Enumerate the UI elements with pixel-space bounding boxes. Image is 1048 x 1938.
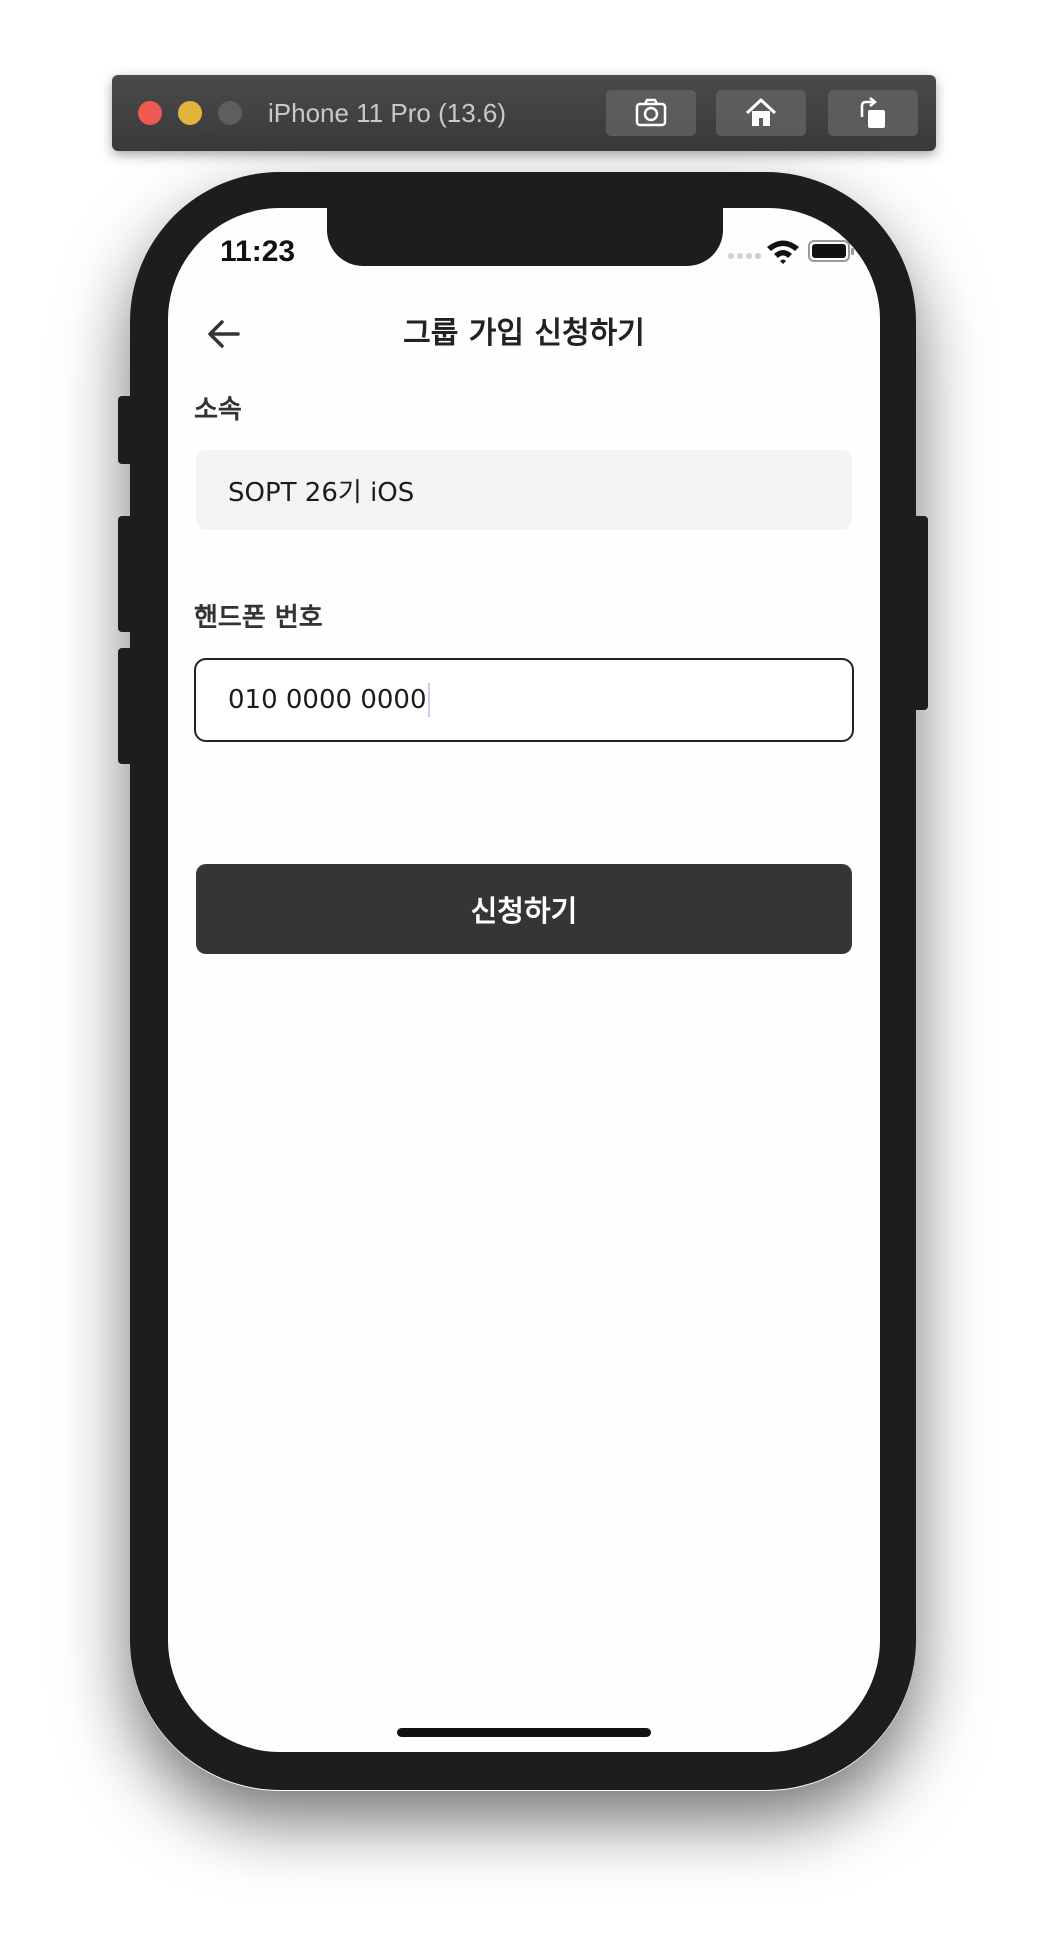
simulator-title: iPhone 11 Pro (13.6) xyxy=(268,98,506,128)
submit-button-label: 신청하기 xyxy=(470,894,578,928)
phone-input-value: 010 0000 0000 xyxy=(228,685,427,715)
rotate-button[interactable] xyxy=(828,90,918,136)
page-title: 그룹 가입 신청하기 xyxy=(403,316,645,351)
arrow-left-icon[interactable] xyxy=(204,314,244,354)
home-button[interactable] xyxy=(716,90,806,136)
cellular-signal-icon xyxy=(728,253,761,259)
window-close-button[interactable] xyxy=(138,101,162,125)
status-time: 11:23 xyxy=(220,235,296,268)
notch xyxy=(327,208,723,266)
screenshot-icon xyxy=(635,98,667,127)
phone-label: 핸드폰 번호 xyxy=(194,603,323,633)
phone-input[interactable]: 010 0000 0000 xyxy=(194,658,854,742)
affiliation-label: 소속 xyxy=(194,395,242,425)
affiliation-field: SOPT 26기 iOS xyxy=(196,450,852,530)
battery-icon xyxy=(808,240,854,262)
rotate-icon xyxy=(860,97,885,128)
phone-screen: 11:23 그룹 가입 신청하기 소속 SOPT 26기 iOS 핸드폰 번호 … xyxy=(168,208,880,1752)
wifi-icon xyxy=(767,240,799,264)
home-indicator[interactable] xyxy=(397,1728,651,1737)
window-minimize-button[interactable] xyxy=(178,101,202,125)
window-zoom-button[interactable] xyxy=(218,101,242,125)
home-icon xyxy=(745,98,777,126)
affiliation-value: SOPT 26기 iOS xyxy=(228,477,415,508)
text-caret xyxy=(427,683,430,717)
simulator-titlebar: iPhone 11 Pro (13.6) xyxy=(112,75,936,151)
submit-button[interactable]: 신청하기 xyxy=(196,864,852,954)
screenshot-button[interactable] xyxy=(606,90,696,136)
